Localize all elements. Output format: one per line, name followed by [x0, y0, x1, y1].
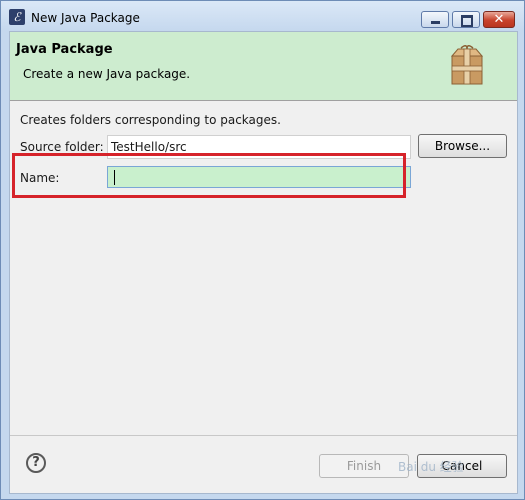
- highlight-annotation: [12, 153, 406, 198]
- wizard-header: Java Package Create a new Java package.: [10, 32, 517, 100]
- finish-button[interactable]: Finish: [319, 454, 409, 478]
- help-icon[interactable]: ?: [26, 453, 46, 473]
- footer-separator: [10, 435, 517, 436]
- minimize-button[interactable]: [421, 11, 449, 28]
- page-title: Java Package: [16, 42, 113, 57]
- package-box-icon: [450, 45, 484, 85]
- maximize-button[interactable]: [452, 11, 480, 28]
- watermark: Bai du 经验: [398, 460, 464, 474]
- dialog-client-area: Java Package Create a new Java package. …: [9, 31, 518, 494]
- dialog-window: ℰ New Java Package ✕ Java Package Create…: [0, 0, 525, 500]
- page-description: Create a new Java package.: [23, 67, 191, 81]
- source-folder-label: Source folder:: [20, 140, 104, 154]
- content-description: Creates folders corresponding to package…: [20, 113, 281, 127]
- header-separator: [10, 100, 517, 101]
- eclipse-icon: ℰ: [9, 9, 25, 25]
- close-icon: ✕: [493, 12, 505, 27]
- browse-button[interactable]: Browse...: [418, 134, 507, 158]
- title-bar[interactable]: ℰ New Java Package ✕: [1, 1, 524, 31]
- maximize-icon: [461, 15, 473, 27]
- close-button[interactable]: ✕: [483, 11, 515, 28]
- minimize-icon: [431, 21, 440, 24]
- window-title: New Java Package: [31, 11, 140, 25]
